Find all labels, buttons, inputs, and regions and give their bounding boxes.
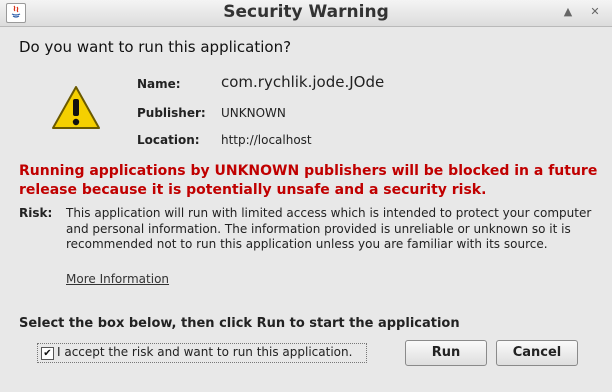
- publisher-label: Publisher:: [137, 106, 206, 120]
- risk-label: Risk:: [19, 206, 53, 220]
- accept-risk-checkbox[interactable]: ✔ I accept the risk and want to run this…: [37, 343, 367, 363]
- warning-icon: [50, 84, 102, 136]
- name-value: com.rychlik.jode.JOde: [221, 73, 385, 91]
- location-value: http://localhost: [221, 133, 312, 147]
- more-information-link[interactable]: More Information: [66, 272, 169, 286]
- name-label: Name:: [137, 77, 181, 91]
- instruction-text: Select the box below, then click Run to …: [19, 316, 460, 331]
- risk-description: This application will run with limited a…: [66, 206, 592, 251]
- accept-risk-label[interactable]: I accept the risk and want to run this a…: [57, 345, 352, 359]
- blocking-warning-text: Running applications by UNKNOWN publishe…: [19, 163, 598, 198]
- cancel-button[interactable]: Cancel: [496, 340, 578, 366]
- location-label: Location:: [137, 133, 200, 147]
- window-title: Security Warning: [223, 2, 389, 22]
- run-button[interactable]: Run: [405, 340, 487, 366]
- publisher-value: UNKNOWN: [221, 106, 286, 120]
- dialog-question: Do you want to run this application?: [19, 38, 292, 56]
- chevron-up-icon[interactable]: ▲: [558, 3, 578, 21]
- close-icon[interactable]: ✕: [585, 3, 605, 21]
- title-bar: Security Warning ▲ ✕: [0, 0, 612, 27]
- checkmark-icon[interactable]: ✔: [41, 347, 54, 360]
